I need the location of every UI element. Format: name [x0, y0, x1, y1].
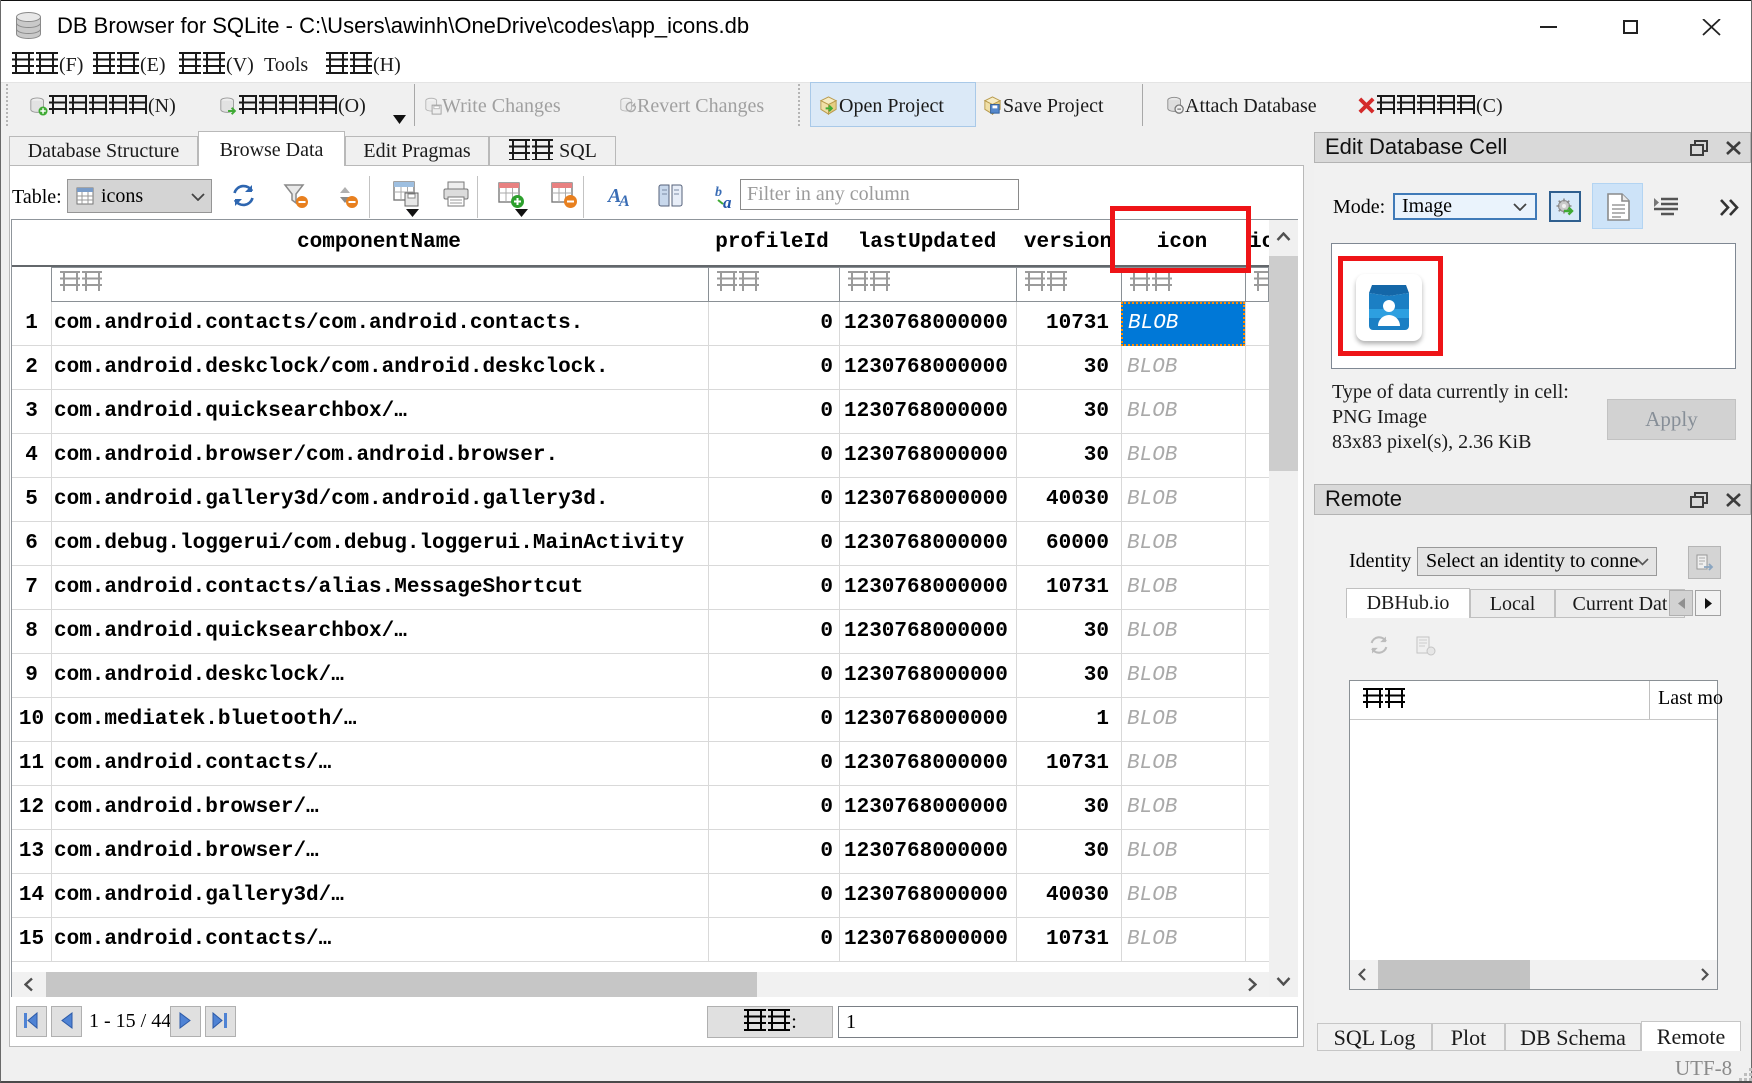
svg-text:A: A	[618, 193, 630, 209]
svg-text:b: b	[715, 185, 722, 200]
svg-text:a: a	[723, 193, 732, 210]
